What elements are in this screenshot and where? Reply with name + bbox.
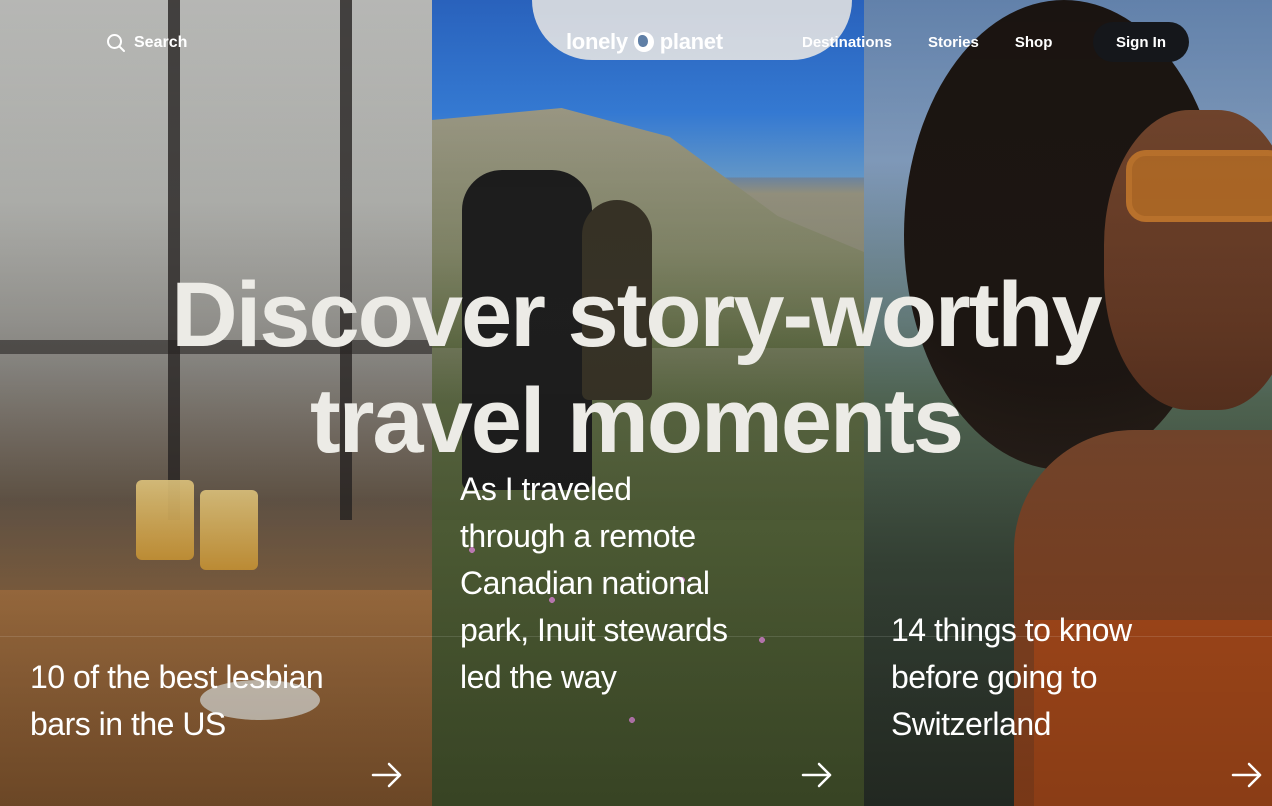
headline-line-1: Discover story-worthy xyxy=(171,264,1102,366)
arrow-right-icon[interactable] xyxy=(1230,758,1264,792)
arrow-right-icon[interactable] xyxy=(370,758,404,792)
story-title: 10 of the best lesbian bars in the US xyxy=(30,659,324,742)
hero-headline: Discover story-worthy travel moments xyxy=(0,262,1272,474)
story-title: 14 things to know before going to Switze… xyxy=(891,612,1132,742)
hero: Search lonely planet Destinations Storie… xyxy=(0,0,1272,806)
headline-line-2: travel moments xyxy=(309,370,964,472)
arrow-right-icon[interactable] xyxy=(800,758,834,792)
story-title: As I traveled through a remote Canadian … xyxy=(460,471,728,695)
